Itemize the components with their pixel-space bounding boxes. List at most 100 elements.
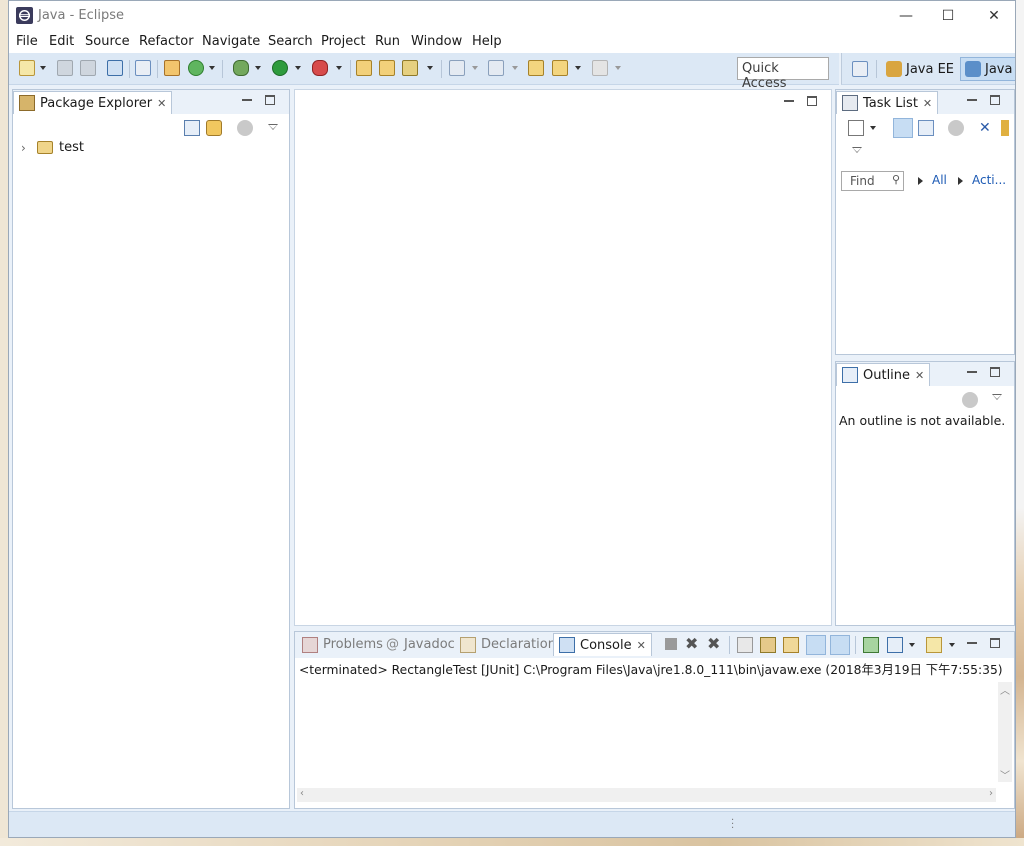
debug-icon[interactable] [233,60,249,76]
previous-annotation-icon[interactable] [488,60,504,76]
word-wrap-icon[interactable] [783,637,799,653]
show-on-stdout-icon[interactable] [806,635,826,655]
menu-source[interactable]: Source [85,34,130,49]
synchronize-icon[interactable] [1001,120,1009,136]
quick-access-input[interactable]: Quick Access [737,57,829,91]
search-dropdown-icon[interactable] [427,66,433,70]
hide-completed-icon[interactable]: ✕ [979,120,995,136]
run-dropdown-icon[interactable] [295,66,301,70]
view-menu-icon[interactable] [268,124,278,130]
scheduled-icon[interactable] [918,120,934,136]
tab-problems[interactable]: Problems [297,633,388,656]
collapse-all-icon[interactable] [184,120,200,136]
status-grip-icon[interactable]: · · · [731,816,734,834]
new-java-package-icon[interactable] [164,60,180,76]
close-tab-icon[interactable]: ✕ [157,97,166,110]
new-task-dropdown-icon[interactable] [870,126,876,130]
menu-project[interactable]: Project [321,34,365,49]
menu-run[interactable]: Run [375,34,400,49]
tab-console[interactable]: Console ✕ [553,633,652,656]
expand-chevron-icon[interactable]: › [21,141,31,155]
console-vertical-scrollbar[interactable]: ︿ ﹀ [998,682,1012,782]
close-button[interactable]: ✕ [971,1,1015,31]
next-annotation-icon[interactable] [449,60,465,76]
run-icon[interactable] [272,60,288,76]
scroll-lock-icon[interactable] [760,637,776,653]
open-console-dropdown-icon[interactable] [949,643,955,647]
tree-item-project[interactable]: › test [21,140,84,155]
link-with-editor-icon[interactable] [206,120,222,136]
minimize-view-icon[interactable] [967,371,977,373]
new-dropdown-arrow-icon[interactable] [40,66,46,70]
tab-package-explorer[interactable]: Package Explorer ✕ [13,91,173,114]
scroll-left-icon[interactable]: ‹ [300,788,304,799]
perspective-java[interactable]: Java [960,57,1015,81]
pin-console-icon[interactable] [863,637,879,653]
last-edit-location-icon[interactable] [528,60,544,76]
maximize-view-icon[interactable] [990,367,1000,377]
tab-declaration[interactable]: Declaration [455,633,561,656]
filter-activate-link[interactable]: Acti... [972,173,1006,187]
maximize-button[interactable]: ☐ [925,1,971,31]
maximize-view-icon[interactable] [990,95,1000,105]
save-icon[interactable] [57,60,73,76]
display-selected-console-icon[interactable] [887,637,903,653]
console-horizontal-scrollbar[interactable]: ‹ › [297,788,996,802]
view-menu-icon[interactable] [992,394,1002,400]
focus-on-active-task-icon[interactable] [237,120,253,136]
minimize-view-icon[interactable] [967,99,977,101]
save-all-icon[interactable] [80,60,96,76]
minimize-button[interactable]: — [883,1,929,31]
search-icon[interactable] [402,60,418,76]
open-task-icon[interactable] [379,60,395,76]
open-type-icon[interactable] [356,60,372,76]
next-annotation-dropdown-icon[interactable] [472,66,478,70]
menu-navigate[interactable]: Navigate [202,34,260,49]
menu-help[interactable]: Help [472,34,502,49]
external-tools-icon[interactable] [312,60,328,76]
back-icon[interactable] [552,60,568,76]
scroll-right-icon[interactable]: › [989,788,993,799]
external-tools-dropdown-icon[interactable] [336,66,342,70]
display-console-dropdown-icon[interactable] [909,643,915,647]
open-console-icon[interactable] [926,637,942,653]
open-perspective-icon[interactable] [852,61,868,77]
previous-annotation-dropdown-icon[interactable] [512,66,518,70]
remove-launch-icon[interactable]: ✖ [685,636,701,652]
maximize-view-icon[interactable] [990,638,1000,648]
maximize-editor-icon[interactable] [807,96,817,106]
new-task-icon[interactable] [848,120,864,136]
clear-console-icon[interactable] [737,637,753,653]
menu-search[interactable]: Search [268,34,313,49]
new-class-dropdown-icon[interactable] [209,66,215,70]
minimize-view-icon[interactable] [242,99,252,101]
minimize-editor-icon[interactable] [784,100,794,102]
open-console-icon[interactable] [107,60,123,76]
close-tab-icon[interactable]: ✕ [637,639,646,652]
show-on-stderr-icon[interactable] [830,635,850,655]
skip-breakpoints-icon[interactable] [135,60,151,76]
view-menu-icon[interactable] [852,147,862,153]
focus-on-workweek-icon[interactable] [948,120,964,136]
focus-on-active-task-icon[interactable] [962,392,978,408]
maximize-view-icon[interactable] [265,95,275,105]
perspective-java-ee[interactable]: Java EE [882,57,958,81]
back-dropdown-icon[interactable] [575,66,581,70]
close-tab-icon[interactable]: ✕ [923,97,932,110]
new-wizard-icon[interactable] [19,60,35,76]
tab-outline[interactable]: Outline ✕ [836,363,931,386]
menu-window[interactable]: Window [411,34,462,49]
minimize-view-icon[interactable] [967,642,977,644]
terminate-icon[interactable] [665,638,677,650]
close-tab-icon[interactable]: ✕ [915,369,924,382]
menu-refactor[interactable]: Refactor [139,34,194,49]
menu-file[interactable]: File [16,34,38,49]
forward-dropdown-icon[interactable] [615,66,621,70]
task-find-input[interactable]: Find ⚲ [841,171,904,191]
forward-icon[interactable] [592,60,608,76]
scroll-up-icon[interactable]: ︿ [1000,682,1010,697]
tab-javadoc[interactable]: @ Javadoc [381,633,460,656]
debug-dropdown-icon[interactable] [255,66,261,70]
menu-edit[interactable]: Edit [49,34,74,49]
remove-all-terminated-icon[interactable]: ✖ [707,636,723,652]
